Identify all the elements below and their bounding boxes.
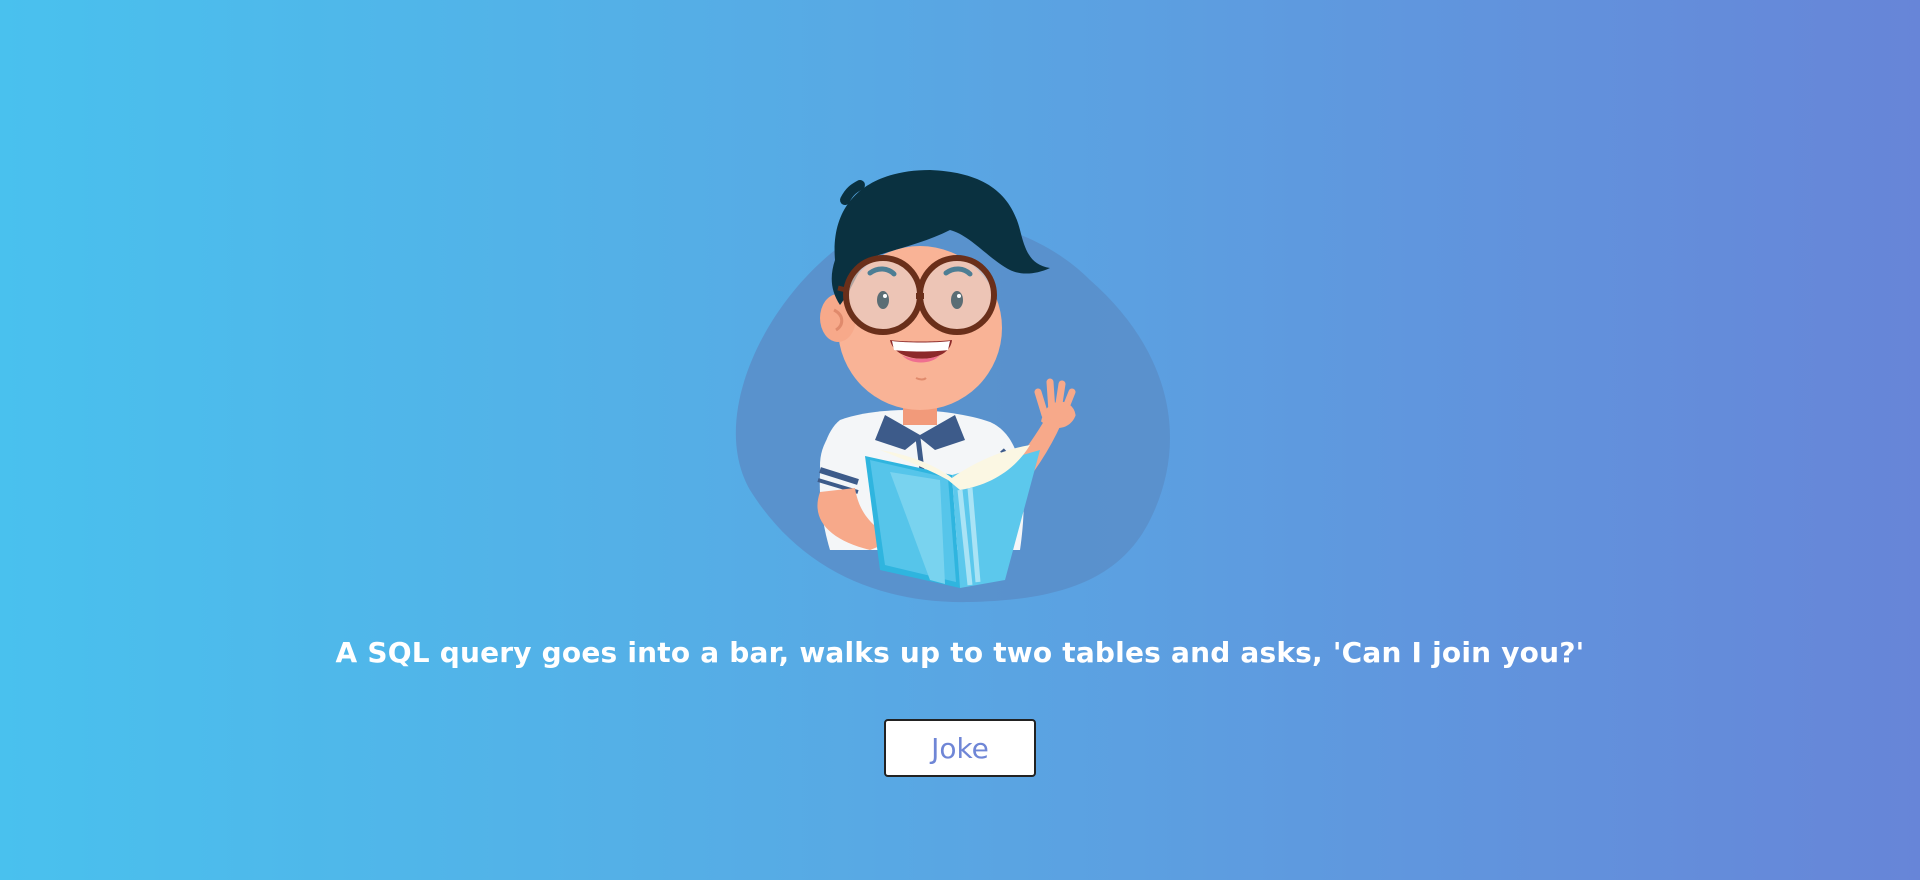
joke-button[interactable]: Joke (884, 719, 1036, 777)
boy-reading-book-illustration (720, 110, 1200, 610)
joke-text: A SQL query goes into a bar, walks up to… (335, 636, 1585, 669)
